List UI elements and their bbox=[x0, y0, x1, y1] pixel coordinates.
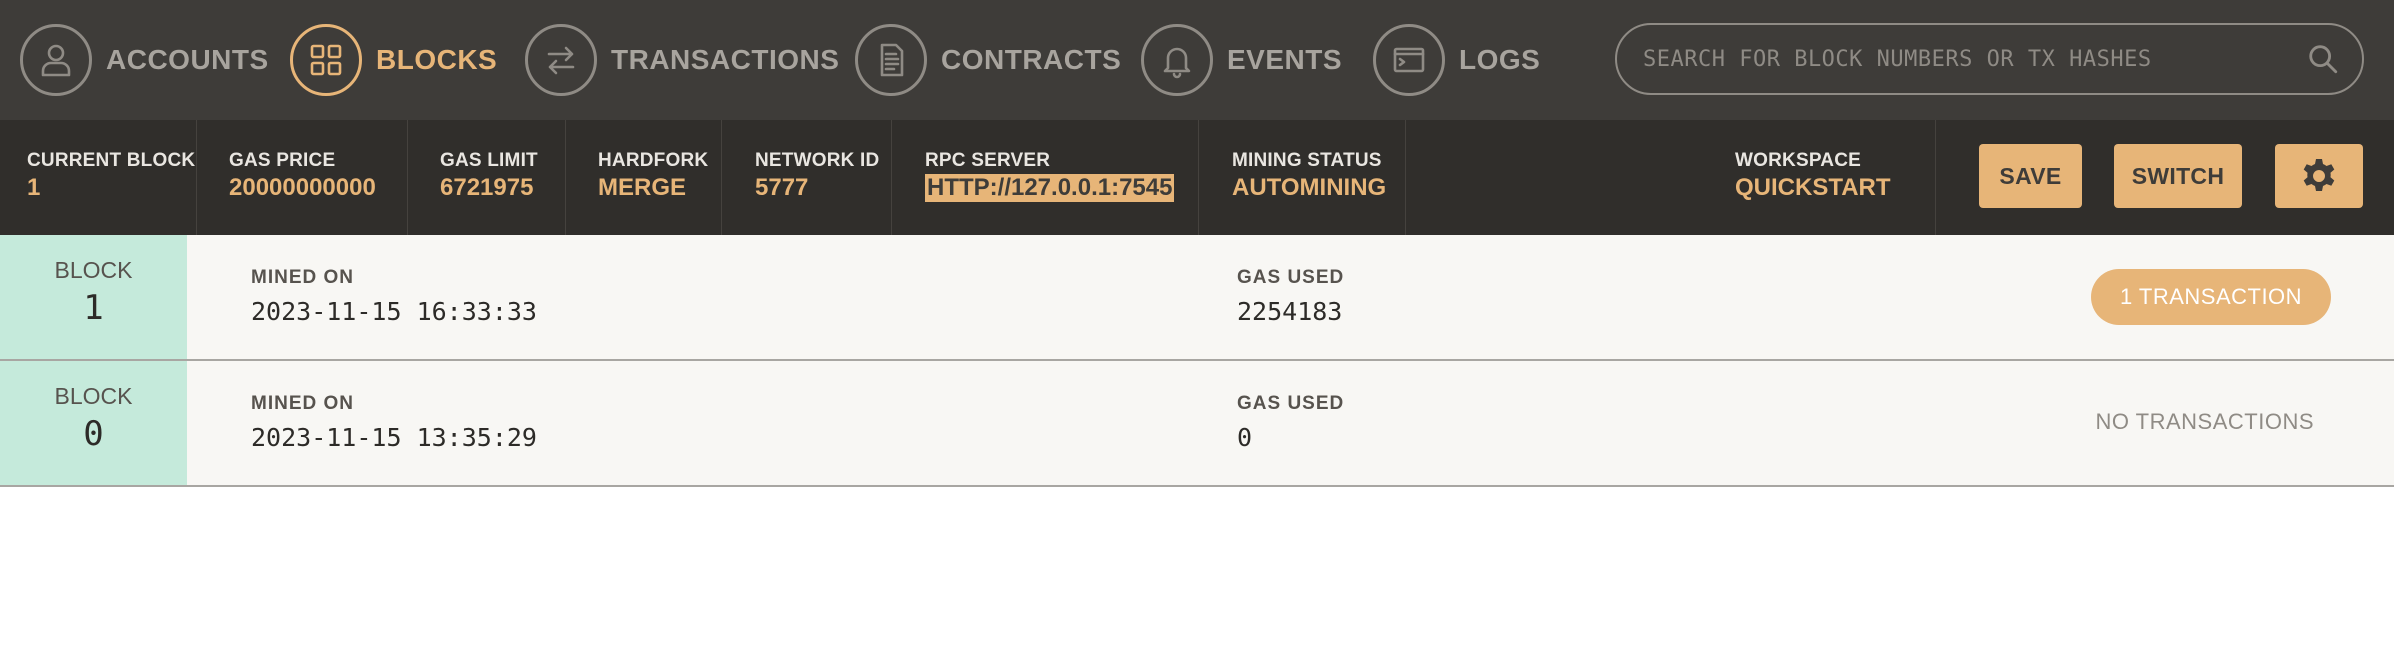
stat-value: 6721975 bbox=[440, 174, 534, 201]
nav-label: TRANSACTIONS bbox=[611, 44, 840, 75]
stat-label: GAS LIMIT bbox=[440, 150, 538, 171]
stat-label: HARDFORK bbox=[598, 150, 709, 171]
workspace-stat: WORKSPACE QUICKSTART bbox=[1735, 120, 1891, 235]
gas-price-stat: GAS PRICE 20000000000 bbox=[229, 120, 376, 235]
terminal-window-icon bbox=[1373, 24, 1445, 96]
nav-label: BLOCKS bbox=[376, 44, 498, 75]
block-number: 1 bbox=[83, 288, 104, 328]
block-label: BLOCK bbox=[54, 383, 133, 409]
divider bbox=[196, 120, 197, 235]
block-number: 0 bbox=[83, 414, 104, 454]
block-row[interactable]: BLOCK 1 MINED ON 2023-11-15 16:33:33 GAS… bbox=[0, 235, 2394, 361]
gas-used-label: GAS USED bbox=[1237, 267, 1345, 288]
network-id-stat: NETWORK ID 5777 bbox=[755, 120, 879, 235]
mined-on-field: MINED ON 2023-11-15 16:33:33 bbox=[251, 267, 537, 326]
status-bar: CURRENT BLOCK 1 GAS PRICE 20000000000 GA… bbox=[0, 120, 2394, 235]
save-button[interactable]: SAVE bbox=[1979, 144, 2082, 208]
stat-label: RPC SERVER bbox=[925, 150, 1051, 171]
nav-label: ACCOUNTS bbox=[106, 44, 269, 75]
gas-used-value: 2254183 bbox=[1237, 297, 1343, 326]
mined-on-value: 2023-11-15 13:35:29 bbox=[251, 423, 537, 452]
transaction-count-badge[interactable]: 1 TRANSACTION bbox=[2091, 269, 2331, 325]
nav-contracts[interactable]: CONTRACTS bbox=[855, 0, 1121, 120]
divider bbox=[1198, 120, 1199, 235]
stat-value: 20000000000 bbox=[229, 174, 376, 201]
stat-label: MINING STATUS bbox=[1232, 150, 1382, 171]
block-badge: BLOCK 0 bbox=[0, 361, 187, 485]
gas-used-field: GAS USED 2254183 bbox=[1237, 267, 1344, 326]
nav-events[interactable]: EVENTS bbox=[1141, 0, 1342, 120]
stat-label: GAS PRICE bbox=[229, 150, 336, 171]
search-bar bbox=[1615, 23, 2364, 95]
nav-transactions[interactable]: TRANSACTIONS bbox=[525, 0, 839, 120]
stat-value: QUICKSTART bbox=[1735, 174, 1891, 201]
top-navigation: ACCOUNTS BLOCKS TRANSACTIONS CONTRACTS E… bbox=[0, 0, 2394, 120]
mined-on-value: 2023-11-15 16:33:33 bbox=[251, 297, 537, 326]
stat-label: CURRENT BLOCK bbox=[27, 150, 196, 171]
settings-button[interactable] bbox=[2275, 144, 2363, 208]
nav-logs[interactable]: LOGS bbox=[1373, 0, 1540, 120]
mined-on-field: MINED ON 2023-11-15 13:35:29 bbox=[251, 393, 537, 452]
divider bbox=[1935, 120, 1936, 235]
mined-on-label: MINED ON bbox=[251, 393, 354, 414]
block-label: BLOCK bbox=[54, 257, 133, 283]
gas-used-label: GAS USED bbox=[1237, 393, 1345, 414]
nav-accounts[interactable]: ACCOUNTS bbox=[20, 0, 269, 120]
search-input[interactable] bbox=[1643, 46, 2306, 72]
stat-label: WORKSPACE bbox=[1735, 150, 1862, 171]
gas-used-value: 0 bbox=[1237, 423, 1253, 452]
stat-value: AUTOMINING bbox=[1232, 174, 1387, 201]
divider bbox=[407, 120, 408, 235]
document-icon bbox=[855, 24, 927, 96]
gas-used-field: GAS USED 0 bbox=[1237, 393, 1344, 452]
swap-arrows-icon bbox=[525, 24, 597, 96]
grid-icon bbox=[290, 24, 362, 96]
stat-value: 1 bbox=[27, 174, 41, 201]
bell-icon bbox=[1141, 24, 1213, 96]
divider bbox=[565, 120, 566, 235]
divider bbox=[721, 120, 722, 235]
rpc-server-url[interactable]: HTTP://127.0.0.1:7545 bbox=[925, 174, 1175, 202]
hardfork-stat: HARDFORK MERGE bbox=[598, 120, 708, 235]
block-row[interactable]: BLOCK 0 MINED ON 2023-11-15 13:35:29 GAS… bbox=[0, 361, 2394, 487]
mining-status-stat: MINING STATUS AUTOMINING bbox=[1232, 120, 1386, 235]
nav-label: LOGS bbox=[1459, 44, 1541, 75]
rpc-server-stat: RPC SERVER HTTP://127.0.0.1:7545 bbox=[925, 120, 1175, 235]
stat-label: NETWORK ID bbox=[755, 150, 880, 171]
stat-value: 5777 bbox=[755, 174, 809, 201]
nav-blocks[interactable]: BLOCKS bbox=[290, 0, 497, 120]
gear-icon bbox=[2303, 159, 2335, 191]
nav-label: CONTRACTS bbox=[941, 44, 1122, 75]
mined-on-label: MINED ON bbox=[251, 267, 354, 288]
block-badge: BLOCK 1 bbox=[0, 235, 187, 359]
divider bbox=[891, 120, 892, 235]
user-icon bbox=[20, 24, 92, 96]
current-block-stat: CURRENT BLOCK 1 bbox=[27, 120, 195, 235]
no-transactions-label: NO TRANSACTIONS bbox=[2095, 409, 2314, 434]
switch-button[interactable]: SWITCH bbox=[2114, 144, 2242, 208]
search-icon[interactable] bbox=[2306, 42, 2340, 76]
divider bbox=[1405, 120, 1406, 235]
gas-limit-stat: GAS LIMIT 6721975 bbox=[440, 120, 538, 235]
nav-label: EVENTS bbox=[1227, 44, 1343, 75]
stat-value: MERGE bbox=[598, 174, 687, 201]
